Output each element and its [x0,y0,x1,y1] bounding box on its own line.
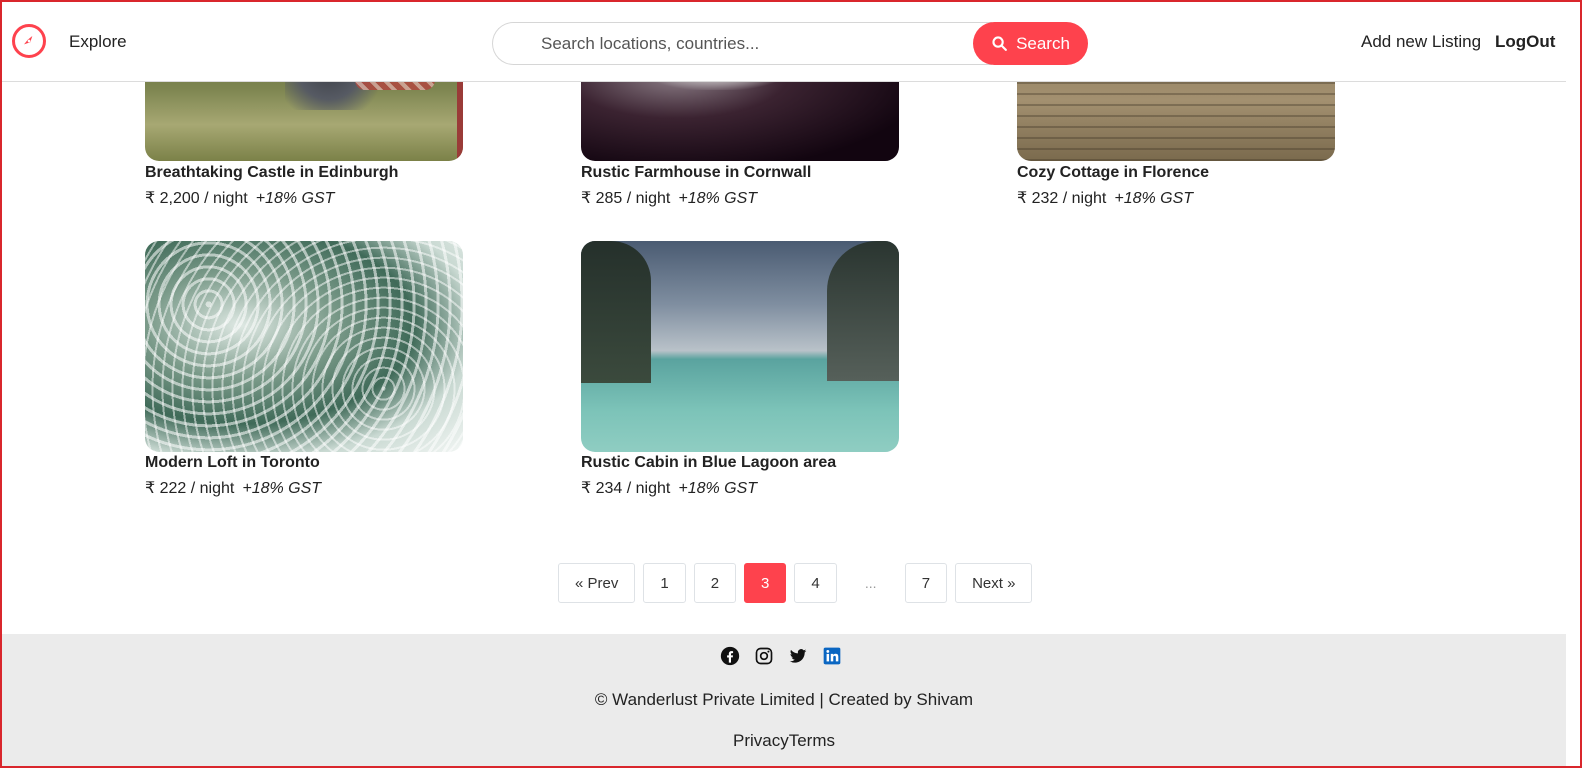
facebook-icon[interactable] [720,646,740,666]
listing-title: Rustic Farmhouse in Cornwall [581,164,812,181]
search-input[interactable] [492,22,992,65]
search-bar: Search [492,22,1088,65]
listing-title: Rustic Cabin in Blue Lagoon area [581,454,837,471]
next-page-button[interactable]: Next » [955,563,1033,603]
footer: © Wanderlust Private Limited | Created b… [2,634,1566,766]
social-links [720,646,842,666]
nav-explore-link[interactable]: Explore [69,32,127,52]
twitter-icon[interactable] [788,646,808,666]
logout-link[interactable]: LogOut [1495,32,1555,52]
listing-image[interactable] [145,241,463,452]
instagram-icon[interactable] [754,646,774,666]
page-2-button[interactable]: 2 [693,563,737,603]
page-1-button[interactable]: 1 [643,563,686,603]
listing-title: Cozy Cottage in Florence [1017,164,1210,181]
pagination-ellipsis: ... [864,575,877,591]
price-value: ₹ 232 / night [1017,190,1107,207]
listing-title: Modern Loft in Toronto [145,454,320,471]
search-button-label: Search [1016,33,1070,53]
page-3-button[interactable]: 3 [744,563,787,603]
compass-icon [24,36,33,45]
tax-note: +18% GST [678,480,758,497]
price-value: ₹ 234 / night [581,480,671,497]
prev-page-button[interactable]: « Prev [558,563,636,603]
listing-price: ₹ 2,200 / night +18% GST [145,188,334,208]
navbar: Explore Search Add new Listing LogOut [2,2,1566,82]
price-value: ₹ 222 / night [145,480,235,497]
linkedin-icon[interactable] [822,646,842,666]
listing-image[interactable] [581,241,899,452]
price-value: ₹ 2,200 / night [145,190,248,207]
listing-price: ₹ 222 / night +18% GST [145,478,321,498]
listing-title: Breathtaking Castle in Edinburgh [145,164,399,181]
page-7-button[interactable]: 7 [904,563,948,603]
search-icon [992,36,1007,51]
copyright-text: © Wanderlust Private Limited | Created b… [594,690,974,709]
pagination: « Prev 1 2 3 4 ... 7 Next » [558,563,1033,603]
tax-note: +18% GST [678,190,758,207]
tax-note: +18% GST [255,190,335,207]
price-value: ₹ 285 / night [581,190,671,207]
page-4-button[interactable]: 4 [794,563,837,603]
terms-link[interactable]: Terms [789,731,835,750]
listing-price: ₹ 232 / night +18% GST [1017,188,1193,208]
add-listing-link[interactable]: Add new Listing [1361,32,1481,52]
tax-note: +18% GST [242,480,322,497]
privacy-link[interactable]: Privacy [733,731,789,750]
listing-price: ₹ 285 / night +18% GST [581,188,757,208]
search-button[interactable]: Search [973,22,1088,65]
compass-logo-icon[interactable] [12,24,46,58]
listing-price: ₹ 234 / night +18% GST [581,478,757,498]
policy-links: PrivacyTerms [2,731,1566,751]
tax-note: +18% GST [1114,190,1194,207]
